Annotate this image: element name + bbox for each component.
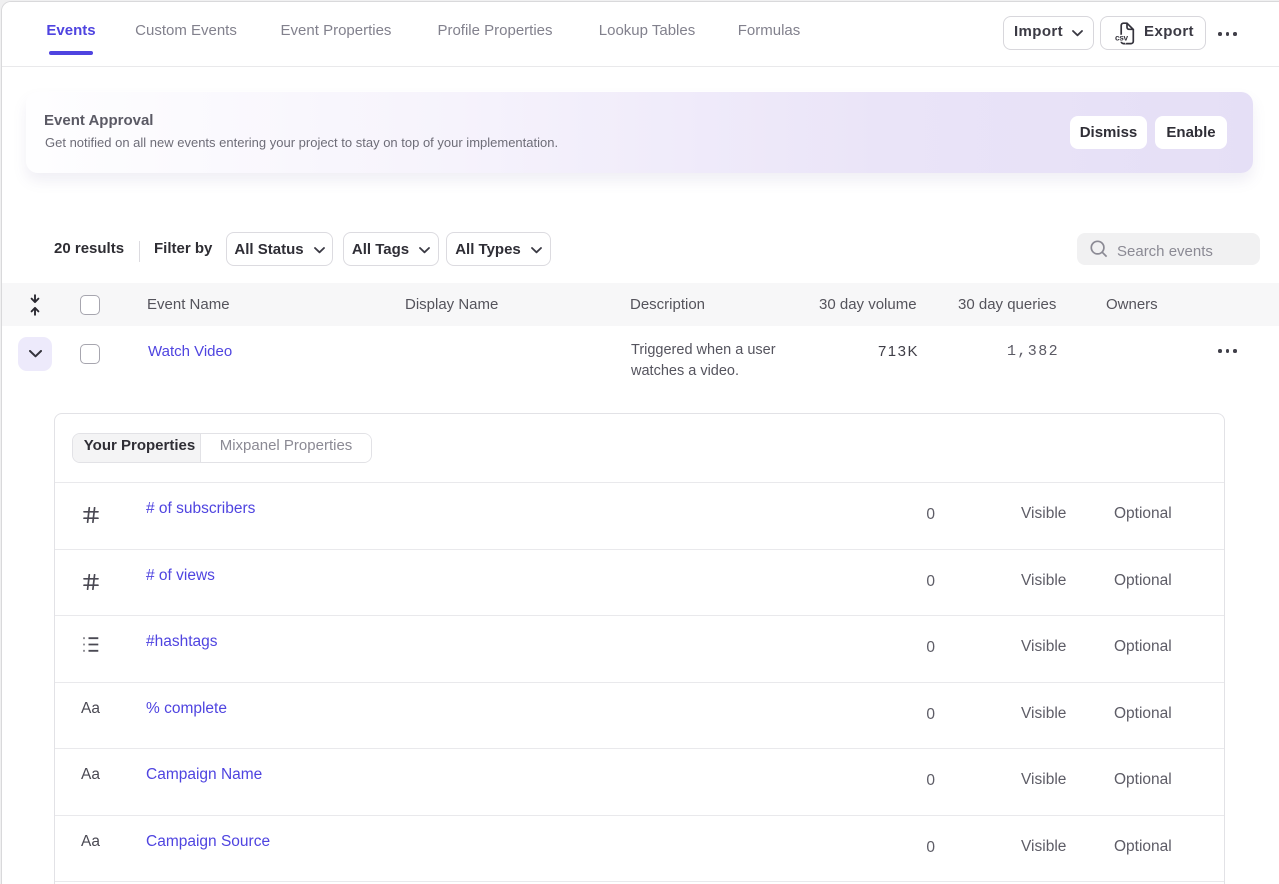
svg-text:csv: csv [1115,34,1129,43]
